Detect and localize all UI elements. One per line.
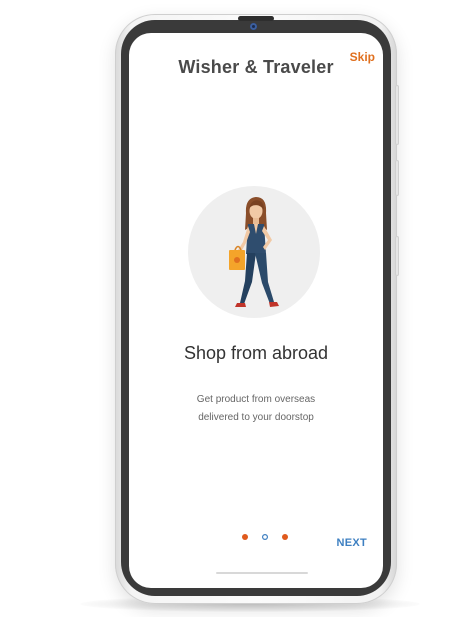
page-dot[interactable]: [282, 534, 288, 540]
page-dot[interactable]: [242, 534, 248, 540]
camera-icon: [250, 23, 257, 30]
phone-side-button: [395, 85, 399, 145]
skip-button[interactable]: Skip: [350, 50, 375, 64]
page-dot-active[interactable]: [262, 534, 268, 540]
slide-description-line: Get product from overseas: [196, 394, 316, 405]
page-indicator: [240, 534, 290, 542]
app-title: Wisher & Traveler: [178, 57, 334, 77]
phone-side-button: [395, 236, 399, 276]
woman-with-shopping-bag-illustration: [188, 186, 320, 318]
next-button[interactable]: NEXT: [336, 537, 367, 549]
phone-mockup: Wisher & Traveler Skip Shop from abroad …: [0, 0, 466, 617]
home-indicator[interactable]: [216, 572, 308, 574]
slide-heading: Shop from abroad: [183, 343, 329, 363]
phone-speaker: [238, 16, 274, 21]
phone-side-button: [395, 160, 399, 196]
slide-description-line: delivered to your doorstop: [198, 412, 314, 423]
app-screen: Wisher & Traveler Skip Shop from abroad …: [129, 33, 383, 588]
slide-description: Get product from overseas delivered to y…: [129, 391, 383, 427]
